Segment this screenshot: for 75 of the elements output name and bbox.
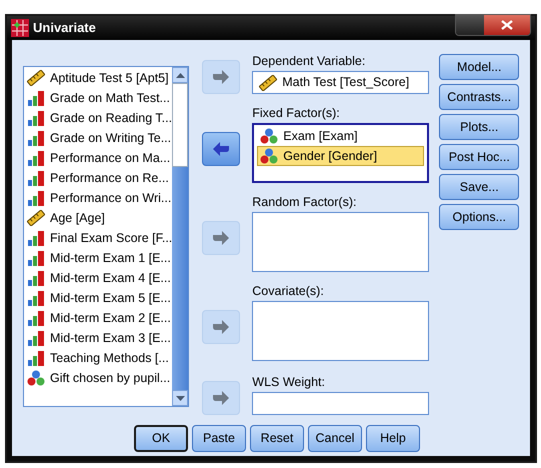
variable-item[interactable]: Mid-term Exam 3 [E... bbox=[27, 328, 172, 348]
bar-chart-icon bbox=[27, 190, 45, 206]
variable-item[interactable]: Age [Age] bbox=[27, 208, 172, 228]
arrow-icon bbox=[212, 231, 230, 245]
bar-chart-icon bbox=[27, 290, 45, 306]
scroll-down-button[interactable] bbox=[172, 390, 188, 406]
dialog-button[interactable]: Plots... bbox=[439, 114, 520, 140]
bar-chart-icon bbox=[27, 110, 45, 126]
arrow-icon bbox=[212, 142, 230, 156]
bar-chart-icon bbox=[27, 270, 45, 286]
input-field[interactable]: Math Test [Test_Score] bbox=[252, 71, 430, 94]
variable-list[interactable] bbox=[23, 66, 190, 407]
variable-item[interactable]: Final Exam Score [F... bbox=[27, 228, 172, 248]
down-arrow-icon bbox=[176, 396, 185, 400]
variable-item[interactable]: Mid-term Exam 4 [E... bbox=[27, 268, 172, 288]
dialog-button[interactable]: Save... bbox=[439, 174, 520, 200]
variable-item[interactable]: Math Test [Test_Score] bbox=[256, 72, 426, 92]
bar-chart-icon bbox=[27, 130, 45, 146]
up-arrow-icon bbox=[176, 72, 185, 78]
list-box[interactable] bbox=[252, 212, 430, 272]
scroll-up-button[interactable] bbox=[172, 67, 188, 83]
variable-item[interactable]: Performance on Re... bbox=[27, 168, 172, 188]
bar-chart-icon bbox=[27, 350, 45, 366]
variable-item[interactable]: Performance on Wri... bbox=[27, 188, 172, 208]
variable-item[interactable]: Mid-term Exam 5 [E... bbox=[27, 288, 172, 308]
list-box[interactable] bbox=[252, 301, 430, 361]
bar-chart-icon bbox=[27, 150, 45, 166]
field-label: Fixed Factor(s): bbox=[252, 106, 341, 121]
variable-item[interactable]: Grade on Writing Te... bbox=[27, 128, 172, 148]
circles-icon bbox=[260, 148, 278, 164]
arrow-icon bbox=[212, 70, 230, 84]
dialog-button[interactable]: Cancel bbox=[308, 425, 362, 452]
title-button[interactable] bbox=[456, 15, 484, 35]
variable-item[interactable]: Performance on Ma... bbox=[27, 148, 172, 168]
bar-chart-icon bbox=[27, 310, 45, 326]
app-icon bbox=[11, 19, 29, 37]
variable-item[interactable]: Mid-term Exam 1 [E... bbox=[27, 248, 172, 268]
dialog-button[interactable]: Post Hoc... bbox=[439, 144, 520, 170]
close-button[interactable] bbox=[484, 15, 530, 35]
window-title: Univariate bbox=[33, 19, 96, 38]
variable-item[interactable]: Mid-term Exam 2 [E... bbox=[27, 308, 172, 328]
dialog-button[interactable]: Paste bbox=[192, 425, 246, 452]
close-icon bbox=[501, 20, 513, 30]
dialog-button[interactable]: Options... bbox=[439, 204, 520, 230]
field-label: Random Factor(s): bbox=[252, 195, 358, 210]
field-label: Covariate(s): bbox=[252, 284, 325, 299]
dialog-button[interactable]: Contrasts... bbox=[439, 84, 520, 110]
dialog-button[interactable]: Model... bbox=[439, 54, 520, 80]
bar-chart-icon bbox=[27, 330, 45, 346]
input-field[interactable] bbox=[252, 392, 430, 415]
bar-chart-icon bbox=[27, 170, 45, 186]
bar-chart-icon bbox=[27, 230, 45, 246]
variable-item[interactable]: Aptitude Test 5 [Apt5] bbox=[27, 68, 172, 88]
variable-item[interactable]: Exam [Exam] bbox=[257, 126, 424, 146]
move-button[interactable] bbox=[202, 132, 240, 166]
circles-icon bbox=[27, 370, 45, 386]
field-label: Dependent Variable: bbox=[252, 54, 366, 69]
variable-item[interactable]: Gift chosen by pupil... bbox=[27, 368, 172, 388]
scroll-thumb[interactable] bbox=[172, 83, 188, 167]
dialog-button[interactable]: Reset bbox=[250, 425, 304, 452]
arrow-icon bbox=[212, 320, 230, 334]
circles-icon bbox=[260, 128, 278, 144]
dialog-button[interactable]: OK bbox=[134, 425, 188, 452]
list-box[interactable]: Exam [Exam] Gender [Gender] bbox=[252, 123, 430, 183]
variable-item[interactable]: Teaching Methods [... bbox=[27, 348, 172, 368]
variable-item[interactable]: Gender [Gender] bbox=[257, 146, 424, 166]
bar-chart-icon bbox=[27, 250, 45, 266]
variable-item[interactable]: Grade on Reading T... bbox=[27, 108, 172, 128]
scrollbar[interactable] bbox=[172, 67, 188, 406]
bar-chart-icon bbox=[27, 90, 45, 106]
dialog-button[interactable]: Help bbox=[366, 425, 420, 452]
arrow-icon bbox=[212, 391, 230, 405]
ruler-icon bbox=[27, 70, 45, 86]
field-label: WLS Weight: bbox=[252, 375, 326, 390]
variable-item[interactable]: Grade on Math Test... bbox=[27, 88, 172, 108]
